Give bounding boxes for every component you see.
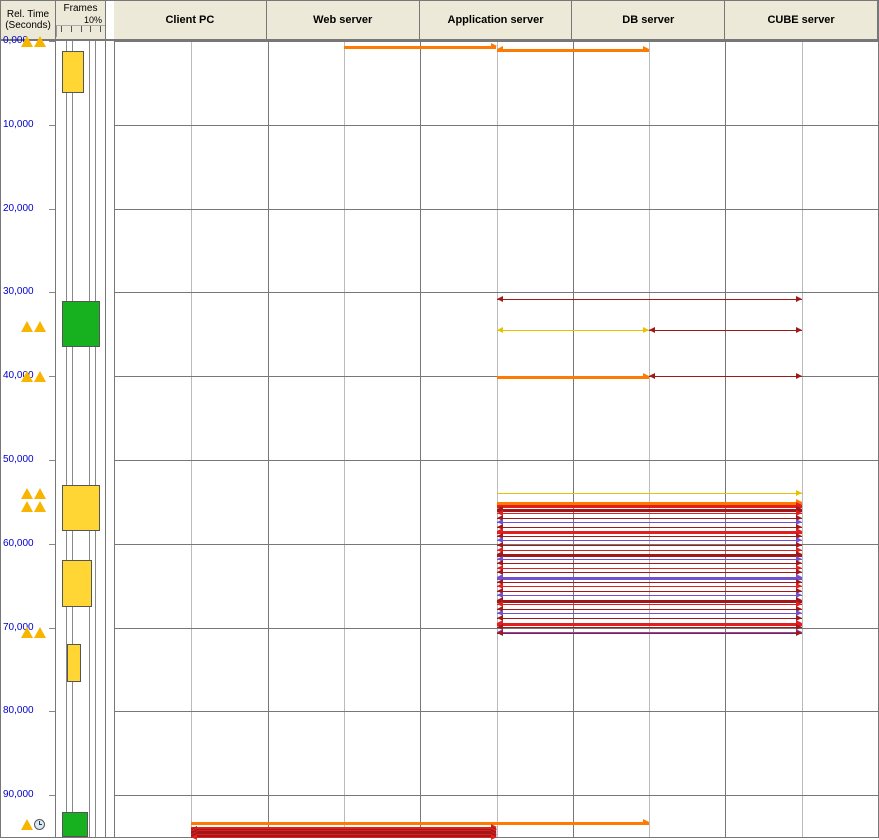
flow-line bbox=[497, 509, 802, 512]
warning-icon bbox=[34, 501, 46, 512]
frames-block bbox=[62, 301, 100, 347]
header-frames: Frames 10% bbox=[56, 1, 106, 39]
header-frames-scale: 10% bbox=[84, 15, 105, 25]
flow-line bbox=[497, 582, 802, 583]
lane-header-2[interactable]: Application server bbox=[420, 1, 573, 39]
warning-icon bbox=[21, 627, 33, 638]
frames-track[interactable] bbox=[56, 41, 106, 837]
warning-icon bbox=[21, 488, 33, 499]
lane-header-3[interactable]: DB server bbox=[572, 1, 725, 39]
flow-line bbox=[649, 376, 802, 377]
flow-line bbox=[497, 591, 802, 592]
flow-line bbox=[497, 600, 802, 603]
time-label: 50,000 bbox=[3, 454, 34, 465]
sequence-chart[interactable] bbox=[114, 41, 878, 837]
frames-block bbox=[62, 560, 92, 606]
flow-line bbox=[497, 563, 802, 564]
warning-icon bbox=[21, 371, 33, 382]
flow-line bbox=[497, 522, 802, 523]
flow-line bbox=[497, 536, 802, 537]
flow-line bbox=[497, 540, 802, 541]
flow-line bbox=[497, 545, 802, 546]
flow-line bbox=[497, 513, 802, 514]
time-axis[interactable]: 0,00010,00020,00030,00040,00050,00060,00… bbox=[1, 41, 56, 837]
time-label: 10,000 bbox=[3, 119, 34, 130]
time-marker bbox=[21, 501, 46, 512]
flow-line bbox=[497, 572, 802, 573]
warning-icon bbox=[21, 501, 33, 512]
warning-icon bbox=[21, 819, 33, 830]
header-frames-label: Frames bbox=[64, 3, 98, 15]
header-gap bbox=[106, 1, 114, 39]
flow-line bbox=[497, 527, 802, 528]
flow-line bbox=[497, 613, 802, 614]
frames-block bbox=[62, 812, 88, 837]
flow-line bbox=[497, 299, 802, 300]
lane-header-1[interactable]: Web server bbox=[267, 1, 420, 39]
frames-block bbox=[62, 51, 84, 93]
flow-line bbox=[497, 627, 802, 628]
warning-icon bbox=[21, 321, 33, 332]
flow-line bbox=[497, 568, 802, 569]
flow-line bbox=[497, 586, 802, 587]
frames-scale-ruler bbox=[56, 25, 105, 37]
warning-icon bbox=[34, 488, 46, 499]
flow-line bbox=[497, 618, 802, 619]
flow-line bbox=[497, 633, 802, 634]
time-label: 30,000 bbox=[3, 286, 34, 297]
flow-line bbox=[497, 554, 802, 557]
flow-line bbox=[497, 559, 802, 560]
flow-line bbox=[497, 550, 802, 551]
warning-icon bbox=[34, 321, 46, 332]
time-marker bbox=[21, 371, 46, 382]
time-label: 80,000 bbox=[3, 705, 34, 716]
flow-line bbox=[497, 518, 802, 519]
lane-header-0[interactable]: Client PC bbox=[114, 1, 267, 39]
warning-icon bbox=[34, 371, 46, 382]
flow-line bbox=[497, 623, 802, 626]
clock-icon bbox=[34, 819, 45, 830]
warning-icon bbox=[21, 36, 33, 47]
flow-line bbox=[497, 376, 650, 379]
flow-line bbox=[497, 49, 650, 52]
time-marker bbox=[21, 488, 46, 499]
flow-line bbox=[497, 604, 802, 605]
flow-line bbox=[497, 330, 650, 331]
time-marker bbox=[21, 819, 45, 830]
frames-block bbox=[62, 485, 100, 531]
header-time-line1: Rel. Time bbox=[7, 9, 49, 21]
frames-block bbox=[67, 644, 81, 682]
header-row: Rel. Time (Seconds) Frames 10% Client PC… bbox=[1, 1, 878, 41]
warning-icon bbox=[34, 36, 46, 47]
flow-line bbox=[497, 531, 802, 534]
time-label: 60,000 bbox=[3, 538, 34, 549]
time-marker bbox=[21, 36, 46, 47]
time-marker bbox=[21, 321, 46, 332]
flow-line bbox=[344, 46, 497, 49]
gap-column bbox=[106, 41, 114, 837]
time-label: 90,000 bbox=[3, 789, 34, 800]
time-marker bbox=[21, 627, 46, 638]
flow-line bbox=[191, 822, 649, 825]
header-time: Rel. Time (Seconds) bbox=[1, 1, 56, 39]
flow-line bbox=[497, 577, 802, 580]
header-time-line2: (Seconds) bbox=[5, 20, 51, 32]
flow-line bbox=[497, 493, 802, 494]
flow-line bbox=[497, 595, 802, 596]
lane-header-4[interactable]: CUBE server bbox=[725, 1, 878, 39]
warning-icon bbox=[34, 627, 46, 638]
diagram-body[interactable]: 0,00010,00020,00030,00040,00050,00060,00… bbox=[1, 41, 878, 837]
time-label: 20,000 bbox=[3, 203, 34, 214]
flow-line bbox=[649, 330, 802, 331]
flow-line bbox=[497, 609, 802, 610]
